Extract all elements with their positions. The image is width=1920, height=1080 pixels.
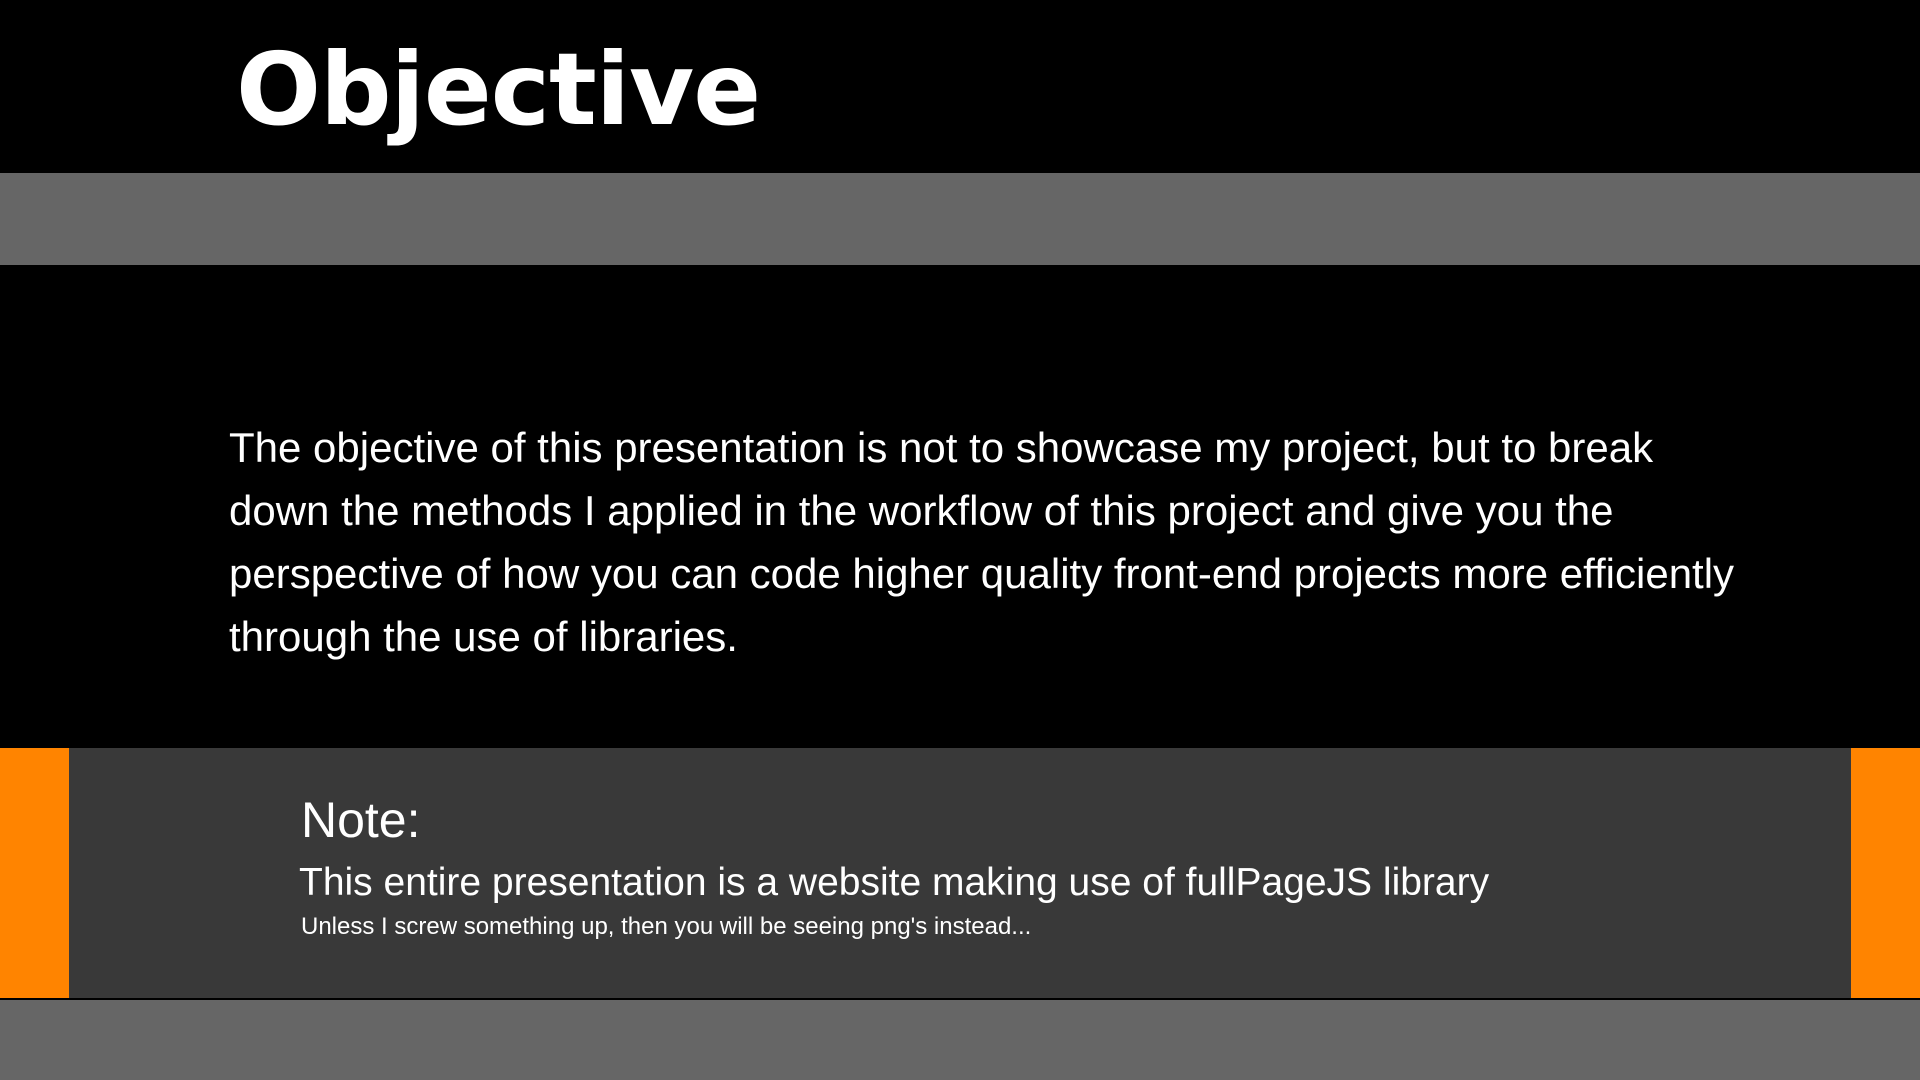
left-accent-bar <box>0 748 69 998</box>
top-divider-band <box>0 173 1920 265</box>
note-subtext: Unless I screw something up, then you wi… <box>301 913 1032 940</box>
slide-title: Objective <box>236 31 761 148</box>
presentation-slide: Objective The objective of this presenta… <box>0 0 1920 1080</box>
note-label: Note: <box>301 792 421 848</box>
bottom-divider-band <box>0 1000 1920 1080</box>
note-panel: Note: This entire presentation is a webs… <box>0 748 1920 998</box>
note-text: This entire presentation is a website ma… <box>299 861 1490 904</box>
right-accent-bar <box>1851 748 1920 998</box>
objective-paragraph: The objective of this presentation is no… <box>229 424 1735 660</box>
